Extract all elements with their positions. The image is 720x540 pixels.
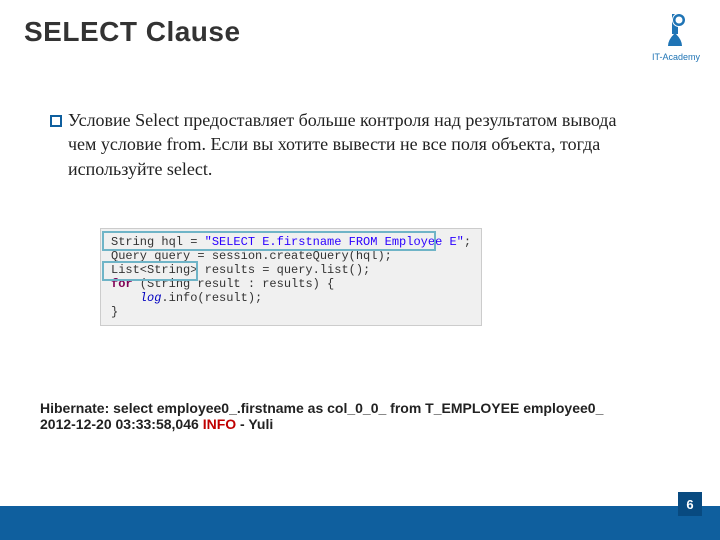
page-number: 6 — [678, 492, 702, 516]
page-title: SELECT Clause — [24, 16, 241, 48]
logo: IT-Academy — [652, 10, 700, 62]
code-line-1a: String hql = — [111, 235, 205, 249]
log-level: INFO — [203, 416, 240, 432]
log-output: Hibernate: select employee0_.firstname a… — [40, 400, 603, 432]
footer-bar — [0, 506, 720, 540]
log-line-2: 2012-12-20 03:33:58,046 INFO - Yuli — [40, 416, 603, 432]
slide: SELECT Clause IT-Academy Условие Select … — [0, 0, 720, 540]
code-line-2: Query query = session.createQuery(hql); — [111, 249, 392, 263]
bullet-icon — [50, 114, 68, 132]
code-line-4-kw: for — [111, 277, 133, 291]
log-ts: 2012-12-20 03:33:58,046 — [40, 416, 203, 432]
log-line-1: Hibernate: select employee0_.firstname a… — [40, 400, 603, 416]
logo-icon — [664, 10, 688, 50]
logo-caption: IT-Academy — [652, 52, 700, 62]
code-block: String hql = "SELECT E.firstname FROM Em… — [100, 228, 482, 326]
code-line-1b: "SELECT E.firstname FROM Employee E" — [205, 235, 464, 249]
bullet-item: Условие Select предоставляет больше конт… — [50, 108, 630, 181]
log-msg: - Yuli — [240, 416, 273, 432]
code-line-5-indent — [111, 291, 140, 305]
code-line-5-id: log — [140, 291, 162, 305]
code-line-6: } — [111, 305, 118, 319]
bullet-text: Условие Select предоставляет больше конт… — [68, 108, 630, 181]
code-line-4-rest: (String result : results) { — [133, 277, 335, 291]
code-line-1c: ; — [464, 235, 471, 249]
code-line-5-rest: .info(result); — [161, 291, 262, 305]
code-line-3: List<String> results = query.list(); — [111, 263, 370, 277]
